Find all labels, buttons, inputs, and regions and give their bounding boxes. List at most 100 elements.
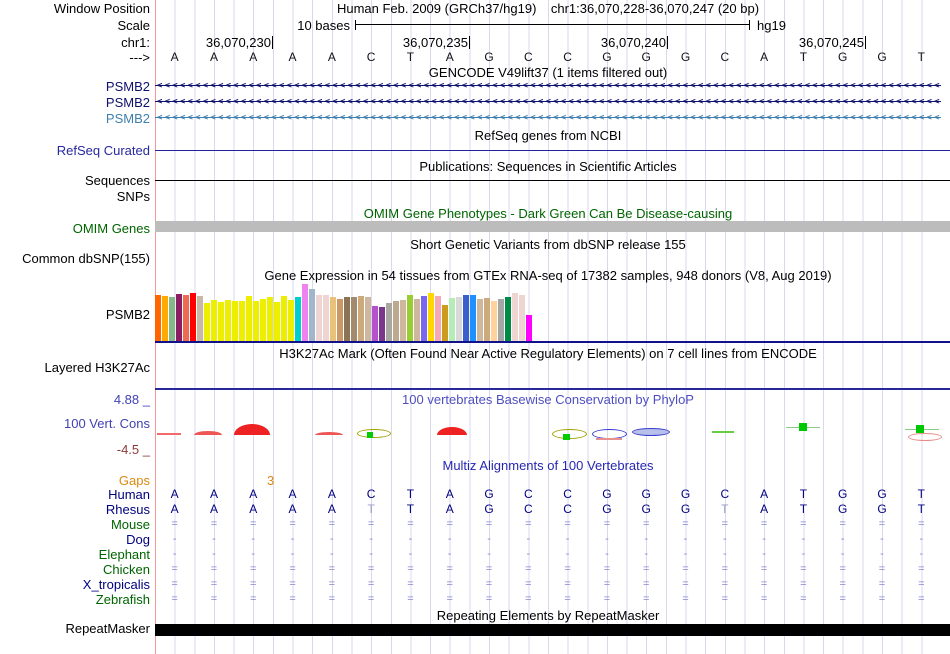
alignment-cell: = xyxy=(800,578,807,590)
refseq-track-title: RefSeq genes from NCBI xyxy=(474,128,622,143)
alignment-cell: - xyxy=(762,548,766,560)
alignment-row-mouse: = = = = = = = = = = = = = = = = = = = = xyxy=(155,518,941,531)
species-label-x-tropicalis[interactable]: X_tropicalis xyxy=(83,578,150,591)
alignment-cell: = xyxy=(250,578,257,590)
scale-ruler-line xyxy=(356,24,749,25)
refseq-gene-line[interactable] xyxy=(155,150,950,151)
alignment-cell: = xyxy=(485,593,493,605)
refseq-curated-label[interactable]: RefSeq Curated xyxy=(57,144,150,157)
phylop-max-value: 4.88 _ xyxy=(113,392,150,407)
gtex-tissue-bar xyxy=(281,296,287,341)
gtex-track-title: Gene Expression in 54 tissues from GTEx … xyxy=(264,268,832,283)
gtex-tissue-bar xyxy=(407,295,413,341)
alignment-cell: = xyxy=(328,518,336,530)
alignment-cell: A xyxy=(327,502,336,516)
alignment-cell: - xyxy=(290,533,295,545)
base-cell: T xyxy=(799,50,808,64)
base-cell: A xyxy=(288,50,297,64)
alignment-cell: A xyxy=(170,487,179,501)
alignment-cell: = xyxy=(171,593,178,605)
gene-model-psmb2-3[interactable]: <<<<<<<<<<<<<<<<<<<<<<<<<<<<<<<<<<<<<<<<… xyxy=(155,113,941,123)
gene-label-psmb2-2[interactable]: PSMB2 xyxy=(106,96,150,109)
alignment-cell: = xyxy=(367,593,375,605)
base-cell: A xyxy=(445,50,454,64)
alignment-cell: - xyxy=(290,548,295,560)
omim-gene-bar[interactable] xyxy=(155,221,950,232)
strand-arrows: <<<<<<<<<<<<<<<<<<<<<<<<<<<<<<<<<<<<<<<<… xyxy=(157,113,941,123)
alignment-row-dog: -------------------- xyxy=(155,533,941,546)
gene-model-psmb2-2[interactable]: <<<<<<<<<<<<<<<<<<<<<<<<<<<<<<<<<<<<<<<<… xyxy=(155,97,941,107)
alignment-cell: = xyxy=(525,563,532,575)
gtex-tissue-bar xyxy=(176,294,182,341)
alignment-cell: - xyxy=(251,548,256,560)
species-label-zebrafish[interactable]: Zebrafish xyxy=(96,593,150,606)
gene-label-psmb2-3[interactable]: PSMB2 xyxy=(106,112,150,125)
h3k27ac-signal-line[interactable] xyxy=(155,388,950,390)
publications-track-title: Publications: Sequences in Scientific Ar… xyxy=(419,159,677,174)
species-label-rhesus[interactable]: Rhesus xyxy=(106,503,150,516)
gtex-expression-barchart[interactable] xyxy=(155,283,533,341)
phylop-track-label[interactable]: 100 Vert. Cons xyxy=(64,417,150,430)
gtex-tissue-bar xyxy=(358,296,364,341)
assembly-name: Human Feb. 2009 (GRCh37/hg19) xyxy=(336,1,537,16)
phylop-min-value: -4.5 _ xyxy=(116,442,150,457)
alignment-cell: G xyxy=(484,502,494,516)
repeatmasker-track-title: Repeating Elements by RepeatMasker xyxy=(436,608,660,623)
assembly-header: Human Feb. 2009 (GRCh37/hg19) chr1:36,07… xyxy=(155,2,941,15)
omim-track-title: OMIM Gene Phenotypes - Dark Green Can Be… xyxy=(363,206,733,221)
alignment-cell: A xyxy=(760,502,769,516)
gtex-tissue-bar xyxy=(302,284,308,341)
species-label-dog[interactable]: Dog xyxy=(126,533,150,546)
scale-label: Scale xyxy=(117,18,150,33)
species-label-elephant[interactable]: Elephant xyxy=(99,548,150,561)
gtex-tissue-bar xyxy=(400,300,406,341)
repeatmasker-element-bar[interactable] xyxy=(155,624,950,636)
alignment-cell: G xyxy=(602,487,612,501)
alignment-cell: - xyxy=(919,533,924,545)
sequences-label[interactable]: Sequences xyxy=(85,174,150,187)
alignment-row-chicken: = = = = = = = = = = = = = = = = = = = = xyxy=(155,563,941,576)
alignment-cell: - xyxy=(801,533,806,545)
alignment-row-zebrafish: = = = = = = = = = = = = = = = = = = = = xyxy=(155,593,941,606)
omim-genes-label[interactable]: OMIM Genes xyxy=(73,222,150,235)
species-label-human[interactable]: Human xyxy=(108,488,150,501)
alignment-cell: G xyxy=(877,487,887,501)
alignment-cell: = xyxy=(878,593,886,605)
gene-label-psmb2-1[interactable]: PSMB2 xyxy=(106,80,150,93)
alignment-cell: = xyxy=(800,593,807,605)
alignment-cell: = xyxy=(760,563,768,575)
snps-label[interactable]: SNPs xyxy=(117,190,150,203)
gene-model-psmb2-1[interactable]: <<<<<<<<<<<<<<<<<<<<<<<<<<<<<<<<<<<<<<<<… xyxy=(155,81,941,91)
base-cell: C xyxy=(523,50,533,64)
gaps-label[interactable]: Gaps xyxy=(119,474,150,487)
species-label-mouse[interactable]: Mouse xyxy=(111,518,150,531)
alignment-cell: T xyxy=(367,502,375,516)
alignment-cell: = xyxy=(760,518,768,530)
species-label-chicken[interactable]: Chicken xyxy=(103,563,150,576)
alignment-cell: - xyxy=(447,548,452,560)
gtex-gene-label[interactable]: PSMB2 xyxy=(106,308,150,321)
base-cell: C xyxy=(366,50,376,64)
repeatmasker-label[interactable]: RepeatMasker xyxy=(65,622,150,635)
alignment-cell: - xyxy=(762,533,766,545)
alignment-cell: - xyxy=(801,548,806,560)
gtex-tissue-bar xyxy=(491,301,497,341)
alignment-cell: = xyxy=(918,563,925,575)
alignment-cell: = xyxy=(289,563,296,575)
gtex-tissue-bar xyxy=(211,300,217,341)
gtex-tissue-bar xyxy=(379,307,385,341)
phylop-track-title: 100 vertebrates Basewise Conservation by… xyxy=(402,392,694,407)
alignment-cell: = xyxy=(446,518,453,530)
alignment-cell: A xyxy=(209,487,218,501)
gtex-tissue-bar xyxy=(190,293,196,341)
alignment-cell: - xyxy=(722,533,727,545)
alignment-cell: - xyxy=(172,548,177,560)
alignment-cell: = xyxy=(721,518,729,530)
alignment-cell: G xyxy=(641,487,651,501)
h3k27ac-label[interactable]: Layered H3K27Ac xyxy=(44,361,150,374)
publications-item-line[interactable] xyxy=(155,180,950,181)
alignment-cell: - xyxy=(487,533,491,545)
dbsnp-label[interactable]: Common dbSNP(155) xyxy=(22,252,150,265)
alignment-cell: - xyxy=(369,548,373,560)
alignment-cell: - xyxy=(644,533,649,545)
